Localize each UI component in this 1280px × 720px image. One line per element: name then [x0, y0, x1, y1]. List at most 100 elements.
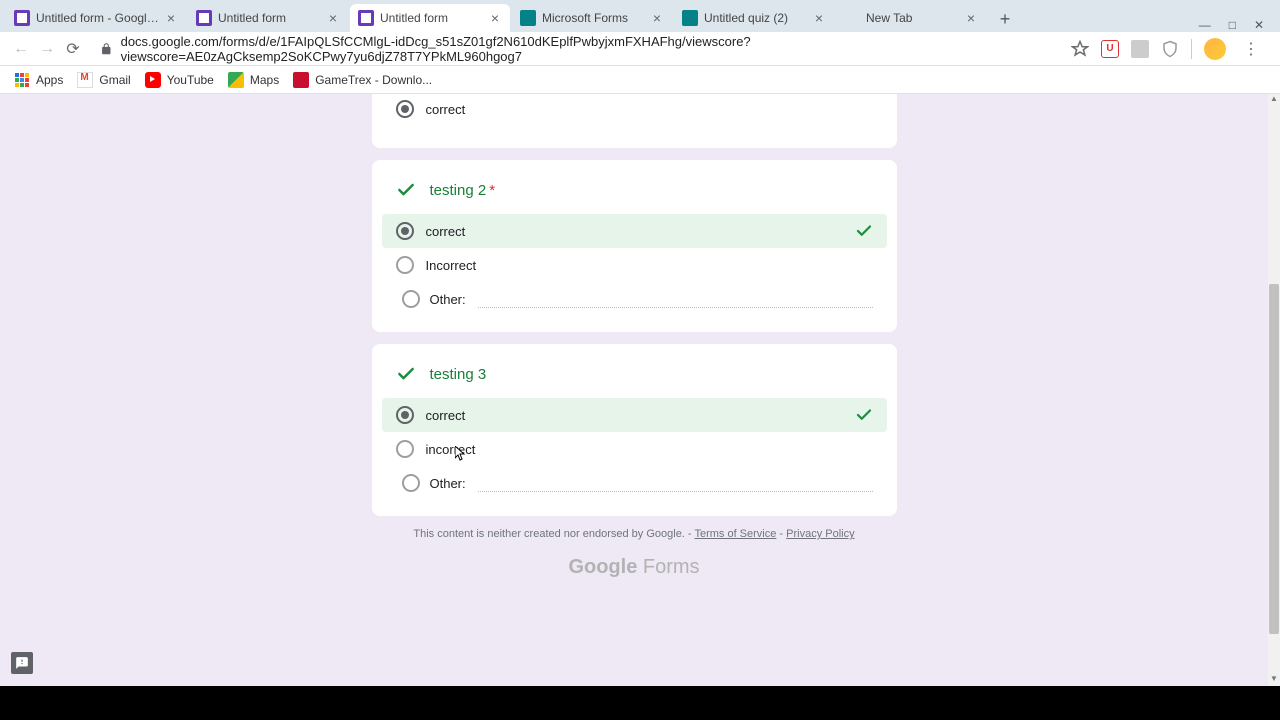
- page-viewport: correct testing 2 * correct Incorrect: [0, 94, 1268, 686]
- question-title: testing 3: [430, 366, 487, 383]
- correct-check-icon: [855, 406, 873, 424]
- url-text: docs.google.com/forms/d/e/1FAIpQLSfCCMlg…: [121, 34, 1049, 64]
- close-icon[interactable]: ×: [164, 11, 178, 25]
- apps-icon: [14, 72, 30, 88]
- divider: [1191, 39, 1192, 59]
- form-favicon: [14, 10, 30, 26]
- radio-filled-icon: [396, 406, 414, 424]
- window-controls: — □ ✕: [1189, 18, 1274, 32]
- radio-option-correct[interactable]: correct: [382, 214, 887, 248]
- gmail-icon: [77, 72, 93, 88]
- option-label: correct: [426, 408, 466, 423]
- option-label: Other:: [430, 476, 466, 491]
- new-tab-button[interactable]: +: [992, 6, 1018, 32]
- bookmark-label: Apps: [36, 73, 63, 87]
- question-card-2: testing 2 * correct Incorrect Other:: [372, 160, 897, 332]
- radio-option-incorrect[interactable]: Incorrect: [382, 248, 887, 282]
- question-title: testing 2: [430, 182, 487, 199]
- close-icon[interactable]: ×: [650, 11, 664, 25]
- feedback-button[interactable]: [11, 652, 33, 674]
- ext-icon-1[interactable]: U: [1101, 40, 1119, 58]
- forward-button[interactable]: →: [34, 36, 60, 62]
- bookmark-apps[interactable]: Apps: [8, 70, 69, 90]
- form-footer-disclaimer: This content is neither created nor endo…: [372, 528, 897, 540]
- gametrex-icon: [293, 72, 309, 88]
- radio-option-incorrect[interactable]: incorrect: [382, 432, 887, 466]
- question-card-1-partial: correct: [372, 94, 897, 148]
- close-icon[interactable]: ×: [488, 11, 502, 25]
- option-label: correct: [426, 102, 466, 117]
- close-icon[interactable]: ×: [326, 11, 340, 25]
- back-button[interactable]: ←: [8, 36, 34, 62]
- browser-tab-1[interactable]: Untitled form ×: [188, 4, 348, 32]
- close-window-icon[interactable]: ✕: [1254, 18, 1264, 32]
- bookmark-label: Gmail: [99, 73, 130, 87]
- option-label: correct: [426, 224, 466, 239]
- browser-tab-3[interactable]: Microsoft Forms ×: [512, 4, 672, 32]
- feedback-icon: [15, 656, 29, 670]
- radio-filled-icon: [396, 222, 414, 240]
- radio-empty-icon: [402, 290, 420, 308]
- radio-empty-icon: [402, 474, 420, 492]
- option-label: incorrect: [426, 442, 476, 457]
- msforms-favicon: [520, 10, 536, 26]
- ext-icon-2[interactable]: [1131, 40, 1149, 58]
- browser-tab-0[interactable]: Untitled form - Google Form ×: [6, 4, 186, 32]
- radio-option-correct[interactable]: correct: [382, 398, 887, 432]
- browser-tab-2[interactable]: Untitled form ×: [350, 4, 510, 32]
- shield-icon[interactable]: [1161, 40, 1179, 58]
- privacy-link[interactable]: Privacy Policy: [786, 528, 854, 540]
- correct-check-icon: [855, 222, 873, 240]
- msforms-favicon: [682, 10, 698, 26]
- vertical-scrollbar[interactable]: ▲ ▼: [1268, 94, 1280, 686]
- browser-tab-strip: Untitled form - Google Form × Untitled f…: [0, 0, 1280, 32]
- tab-title: Untitled form: [218, 11, 322, 25]
- bookmarks-bar: Apps Gmail YouTube Maps GameTrex - Downl…: [0, 66, 1280, 94]
- option-label: Incorrect: [426, 258, 477, 273]
- chrome-menu-icon[interactable]: ⋮: [1238, 36, 1264, 62]
- bookmark-gmail[interactable]: Gmail: [71, 70, 136, 90]
- radio-filled-icon: [396, 100, 414, 118]
- tab-title: Microsoft Forms: [542, 11, 646, 25]
- radio-option-other[interactable]: Other:: [382, 282, 887, 308]
- question-card-3: testing 3 correct incorrect Other:: [372, 344, 897, 516]
- check-icon: [396, 180, 416, 200]
- tab-title: Untitled form - Google Form: [36, 11, 160, 25]
- tab-title: Untitled form: [380, 11, 484, 25]
- bookmark-gametrex[interactable]: GameTrex - Downlo...: [287, 70, 438, 90]
- close-icon[interactable]: ×: [964, 11, 978, 25]
- profile-avatar[interactable]: [1204, 38, 1226, 60]
- close-icon[interactable]: ×: [812, 11, 826, 25]
- google-forms-logo[interactable]: Google Forms: [372, 556, 897, 579]
- check-icon: [396, 364, 416, 384]
- scroll-up-arrow[interactable]: ▲: [1268, 94, 1280, 106]
- tab-title: Untitled quiz (2): [704, 11, 808, 25]
- maximize-icon[interactable]: □: [1229, 18, 1236, 32]
- radio-empty-icon: [396, 440, 414, 458]
- form-favicon: [196, 10, 212, 26]
- question-header: testing 3: [372, 364, 897, 398]
- other-text-input[interactable]: [478, 290, 873, 308]
- bottom-black-bar: [0, 686, 1280, 720]
- reload-button[interactable]: ⟳: [60, 36, 86, 62]
- required-asterisk: *: [489, 182, 495, 199]
- scroll-down-arrow[interactable]: ▼: [1268, 674, 1280, 686]
- star-icon[interactable]: [1071, 40, 1089, 58]
- url-input[interactable]: docs.google.com/forms/d/e/1FAIpQLSfCCMlg…: [92, 36, 1057, 62]
- browser-tab-4[interactable]: Untitled quiz (2) ×: [674, 4, 834, 32]
- blank-favicon: [844, 10, 860, 26]
- other-text-input[interactable]: [478, 474, 873, 492]
- radio-option-other[interactable]: Other:: [382, 466, 887, 492]
- lock-icon: [100, 42, 113, 56]
- bookmark-maps[interactable]: Maps: [222, 70, 285, 90]
- form-favicon: [358, 10, 374, 26]
- browser-tab-5[interactable]: New Tab ×: [836, 4, 986, 32]
- bookmark-youtube[interactable]: YouTube: [139, 70, 220, 90]
- minimize-icon[interactable]: —: [1199, 18, 1211, 32]
- radio-option-correct: correct: [372, 94, 897, 124]
- tab-title: New Tab: [866, 11, 960, 25]
- maps-icon: [228, 72, 244, 88]
- bookmark-label: YouTube: [167, 73, 214, 87]
- scroll-thumb[interactable]: [1269, 284, 1279, 634]
- tos-link[interactable]: Terms of Service: [694, 528, 776, 540]
